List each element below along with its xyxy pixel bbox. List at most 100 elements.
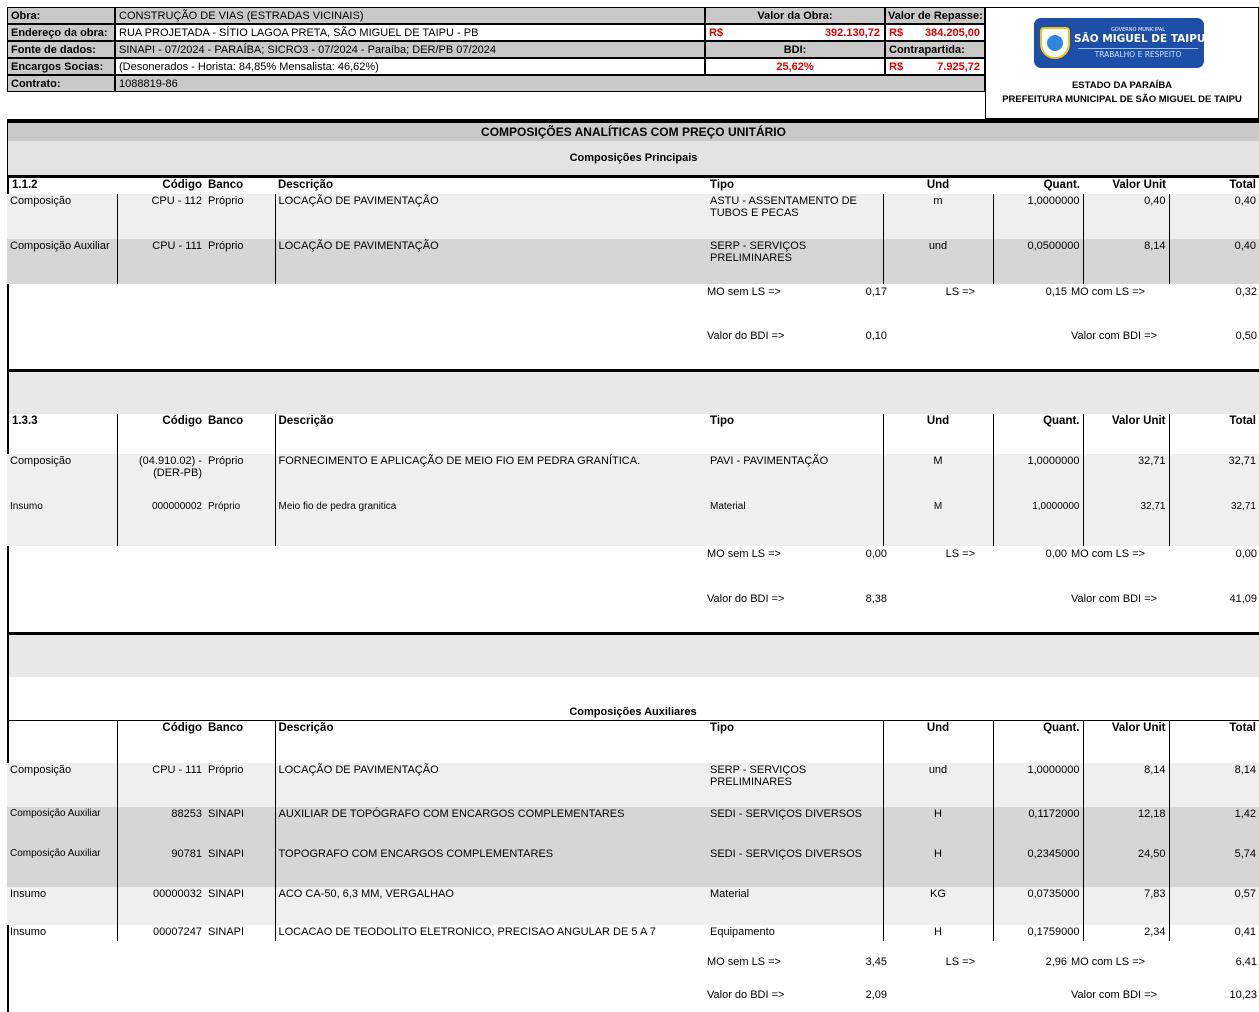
summary-labor: MO sem LS => 0,00 LS => 0,00 MO com LS =… [707,548,1259,562]
row-codigo: 90781 [116,846,205,887]
row-tipo: SERP - SERVIÇOS PRELIMINARES [707,762,883,807]
row-codigo: 00007247 [116,924,205,941]
col-und: Und [882,720,993,763]
row-total: 5,74 [1168,846,1259,887]
col-und: Und [882,414,993,454]
row-descricao: LOCAÇÃO DE PAVIMENTAÇÃO [274,762,707,807]
principais-title: Composições Principais [7,141,1259,175]
row-quant: 0,2345000 [992,846,1083,887]
repasse-cell: R$ 384.205,00 [885,24,985,41]
col-und: Und [926,179,950,191]
ls-label: LS => [945,286,975,298]
row-valor-unit: 32,71 [1082,454,1169,500]
endereco-label: Endereço da obra: [7,24,115,41]
col-valor-unit: Valor Unit [1082,720,1169,763]
logo-slogan: TRABALHO E RESPEITO [1078,48,1198,60]
col-valor-unit: Valor Unit [1082,414,1169,454]
row-codigo: 00000032 [116,886,205,925]
valor-obra-label: Valor da Obra: [705,7,885,24]
contrato-value: 1088819-86 [115,75,985,92]
row-descricao: TOPOGRAFO COM ENCARGOS COMPLEMENTARES [274,846,707,887]
col-quant: Quant. [1043,179,1080,191]
contrapartida-cell: R$ 7.925,72 [885,58,985,75]
row-valor-unit: 8,14 [1082,762,1169,807]
summary-bdi: Valor do BDI => 0,10 Valor com BDI => 0,… [707,330,1259,344]
table-header-row: 1.3.3 Código Banco Descrição Tipo Und Qu… [7,414,1259,454]
valor-obra-value: 392.130,72 [824,27,880,39]
row-quant: 0,0735000 [992,886,1083,925]
row-type: Composição Auxiliar [7,239,117,284]
section-3-table: Código Banco Descrição Tipo Und Quant. V… [7,720,1259,941]
encargos-label: Encargos Socias: [7,58,115,75]
row-quant: 0,1172000 [992,806,1083,847]
row-descricao: LOCACAO DE TEODOLITO ELETRONICO, PRECISA… [274,924,707,941]
col-quant: Quant. [992,720,1083,763]
table-row: Insumo 00007247 SINAPI LOCACAO DE TEODOL… [7,924,1259,941]
contrapartida-currency: R$ [889,61,904,73]
row-type: Composição [7,194,117,239]
row-total: 0,40 [1168,194,1259,239]
row-valor-unit: 8,14 [1082,239,1169,284]
ls-label: LS => [945,956,975,968]
row-tipo: SEDI - SERVIÇOS DIVERSOS [707,806,883,847]
mo-sem-ls-label: MO sem LS => [707,956,781,968]
row-valor-unit: 32,71 [1082,500,1169,546]
table-row: Insumo 00000032 SINAPI ACO CA-50, 6,3 MM… [7,886,1259,925]
row-total: 32,71 [1168,500,1259,546]
row-banco: Próprio [205,194,275,239]
row-tipo: Material [707,886,883,925]
item-number: 1.1.2 [12,179,38,191]
row-total: 0,57 [1168,886,1259,925]
col-valor-unit: Valor Unit [1112,179,1166,191]
row-banco: Próprio [205,762,275,807]
page-title: COMPOSIÇÕES ANALÍTICAS COM PREÇO UNITÁRI… [7,123,1259,141]
valor-com-bdi-value: 10,23 [1229,989,1257,1001]
col-descricao: Descrição [278,179,333,191]
row-descricao: ACO CA-50, 6,3 MM, VERGALHAO [274,886,707,925]
row-type: Composição [7,762,117,807]
col-quant: Quant. [992,414,1083,454]
obra-value: CONSTRUÇÃO DE VIAS (ESTRADAS VICINAIS) [115,7,705,24]
row-quant: 0,0500000 [992,239,1083,284]
col-banco: Banco [208,415,244,427]
logo-name: SÃO MIGUEL DE TAIPU [1074,33,1206,45]
mo-sem-ls-value: 0,17 [865,286,887,298]
valor-com-bdi-label: Valor com BDI => [1071,989,1157,1001]
row-descricao: Meio fio de pedra granitica [274,500,707,546]
row-und: und [882,762,993,807]
valor-bdi-value: 8,38 [865,593,887,605]
valor-bdi-value: 0,10 [865,330,887,342]
row-valor-unit: 24,50 [1082,846,1169,887]
row-type: Composição [7,454,117,500]
item-number: 1.3.3 [12,415,38,427]
summary-labor: MO sem LS => 0,17 LS => 0,15 MO com LS =… [707,286,1259,300]
row-descricao: LOCAÇÃO DE PAVIMENTAÇÃO [274,194,707,239]
row-codigo: (04.910.02) - (DER-PB) [116,454,205,500]
row-und: KG [882,886,993,925]
row-total: 32,71 [1168,454,1259,500]
contrapartida-value: 7.925,72 [937,61,980,73]
row-und: m [882,194,993,239]
row-tipo: PAVI - PAVIMENTAÇÃO [707,454,883,500]
repasse-currency: R$ [889,27,904,39]
row-total: 1,42 [1168,806,1259,847]
summary-bdi: Valor do BDI => 2,09 Valor com BDI => 10… [707,989,1259,1003]
col-descricao: Descrição [274,720,707,763]
table-header-row: 1.1.2 Código Banco Descrição Tipo Und Qu… [7,178,1259,194]
valor-bdi-label: Valor do BDI => [707,989,785,1001]
row-codigo: 000000002 [116,500,205,546]
row-und: und [882,239,993,284]
row-type: Insumo [10,925,47,938]
mo-sem-ls-label: MO sem LS => [707,286,781,298]
row-und: M [882,500,993,546]
row-total: 8,14 [1168,762,1259,807]
spacer-band [9,372,1259,414]
mo-sem-ls-value: 3,45 [865,956,887,968]
table-row: Composição Auxiliar CPU - 111 Próprio LO… [7,239,1259,284]
col-total: Total [1168,720,1259,763]
row-quant: 1,0000000 [992,194,1083,239]
mo-com-ls-label: MO com LS => [1071,548,1145,560]
row-type: Insumo [7,500,117,546]
row-quant: 0,1759000 [992,924,1083,941]
contrapartida-label: Contrapartida: [885,41,985,58]
